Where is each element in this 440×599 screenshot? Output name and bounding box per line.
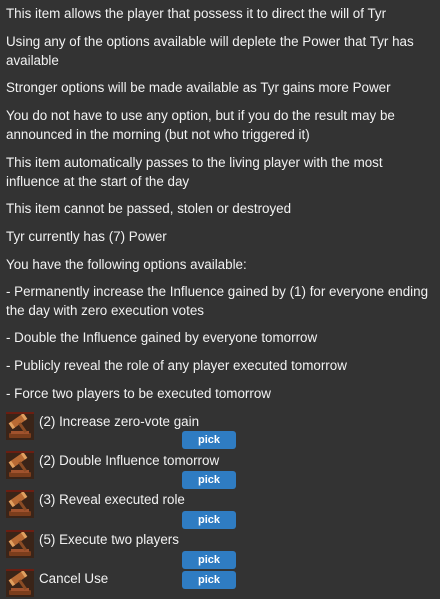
option-label: (2) Double Influence tomorrow [39, 453, 220, 468]
description-text: You do not have to use any option, but i… [6, 108, 395, 142]
option-label: (5) Execute two players [39, 532, 179, 547]
gavel-icon [6, 412, 34, 440]
power-status-text: Tyr currently has (7) Power [6, 229, 167, 244]
gavel-icon [6, 490, 34, 518]
option-description: - Force two players to be executed tomor… [6, 386, 271, 401]
option-label: (3) Reveal executed role [39, 492, 185, 507]
description-text: This item allows the player that possess… [6, 6, 387, 21]
option-double-influence: (2) Double Influence tomorrow pick [6, 451, 436, 491]
gavel-icon [6, 451, 34, 479]
option-increase-zero-vote: (2) Increase zero-vote gain pick [6, 412, 436, 452]
pick-button[interactable]: pick [182, 551, 236, 569]
option-cancel-use: Cancel Use pick [6, 569, 436, 599]
option-description: - Permanently increase the Influence gai… [6, 284, 429, 318]
pick-button[interactable]: pick [182, 511, 236, 529]
description-text: This item cannot be passed, stolen or de… [6, 201, 292, 216]
description-text: Stronger options will be made available … [6, 80, 391, 95]
item-panel: This item allows the player that possess… [0, 0, 440, 599]
option-description: - Double the Influence gained by everyon… [6, 330, 318, 345]
option-label: (2) Increase zero-vote gain [39, 414, 200, 429]
option-execute-two-players: (5) Execute two players pick [6, 530, 436, 570]
options-heading: You have the following options available… [6, 257, 247, 272]
option-description: - Publicly reveal the role of any player… [6, 358, 347, 373]
pick-button[interactable]: pick [182, 471, 236, 489]
pick-button[interactable]: pick [182, 571, 236, 589]
gavel-icon [6, 569, 34, 597]
description-text: Using any of the options available will … [6, 34, 414, 68]
gavel-icon [6, 530, 34, 558]
option-reveal-executed-role: (3) Reveal executed role pick [6, 490, 436, 530]
pick-button[interactable]: pick [182, 431, 236, 449]
option-label: Cancel Use [39, 571, 109, 586]
description-text: This item automatically passes to the li… [6, 155, 383, 189]
